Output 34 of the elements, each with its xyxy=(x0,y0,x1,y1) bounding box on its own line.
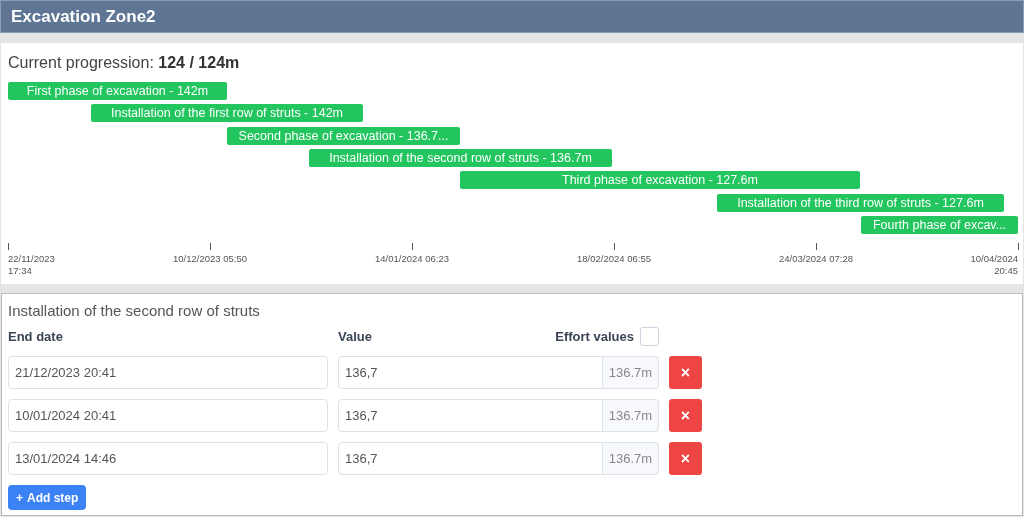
timeline-bar[interactable]: First phase of excavation - 142m xyxy=(8,82,227,100)
column-label: Value xyxy=(338,327,372,346)
effort-checkbox[interactable] xyxy=(640,326,659,346)
section-title: Installation of the second row of struts xyxy=(8,301,261,321)
axis-label: 14/01/2024 06:23 xyxy=(375,253,449,265)
axis-label: 10/04/2024 20:45 xyxy=(970,253,1018,277)
timeline-bar[interactable]: Installation of the third row of struts - 127.6m xyxy=(717,193,1004,212)
axis-label: 22/11/2023 17:34 xyxy=(8,253,55,277)
delete-button[interactable]: × xyxy=(669,356,702,389)
column-label: Effort values xyxy=(555,327,634,346)
window-title: Excavation Zone2 xyxy=(0,0,1024,33)
unit-addon: 136.7m xyxy=(603,356,659,389)
axis-label: 18/02/2024 06:55 xyxy=(577,253,651,265)
progress-label: Current progression: xyxy=(8,54,155,71)
timeline-bar[interactable]: Installation of the first row of struts - 142m xyxy=(91,104,363,123)
delete-button[interactable]: × xyxy=(669,442,702,475)
axis-label: 24/03/2024 07:28 xyxy=(779,253,853,265)
unit-addon: 136.7m xyxy=(603,442,659,475)
progress-value: 124 / 124m xyxy=(158,54,240,71)
column-label: End date xyxy=(8,327,64,346)
date-field[interactable]: 21/12/2023 20:41 xyxy=(8,356,328,389)
timeline-bar[interactable]: Installation of the second row of struts - 136.7m xyxy=(309,148,612,167)
timeline-bar[interactable]: Third phase of excavation - 127.6m xyxy=(460,171,860,190)
value-field[interactable]: 136,7 xyxy=(338,356,603,389)
axis-label: 10/12/2023 05:50 xyxy=(173,253,247,265)
timeline-bar[interactable]: Second phase of excavation - 136.7... xyxy=(227,126,460,145)
value-field[interactable]: 136,7 xyxy=(338,442,603,475)
date-field[interactable]: 10/01/2024 20:41 xyxy=(8,399,328,432)
add-step-button[interactable]: + Add step xyxy=(8,485,87,510)
delete-button[interactable]: × xyxy=(669,399,702,432)
timeline-bar[interactable]: Fourth phase of excav... xyxy=(861,215,1018,234)
date-field[interactable]: 13/01/2024 14:46 xyxy=(8,442,328,475)
unit-addon: 136.7m xyxy=(603,399,659,432)
value-field[interactable]: 136,7 xyxy=(338,399,603,432)
